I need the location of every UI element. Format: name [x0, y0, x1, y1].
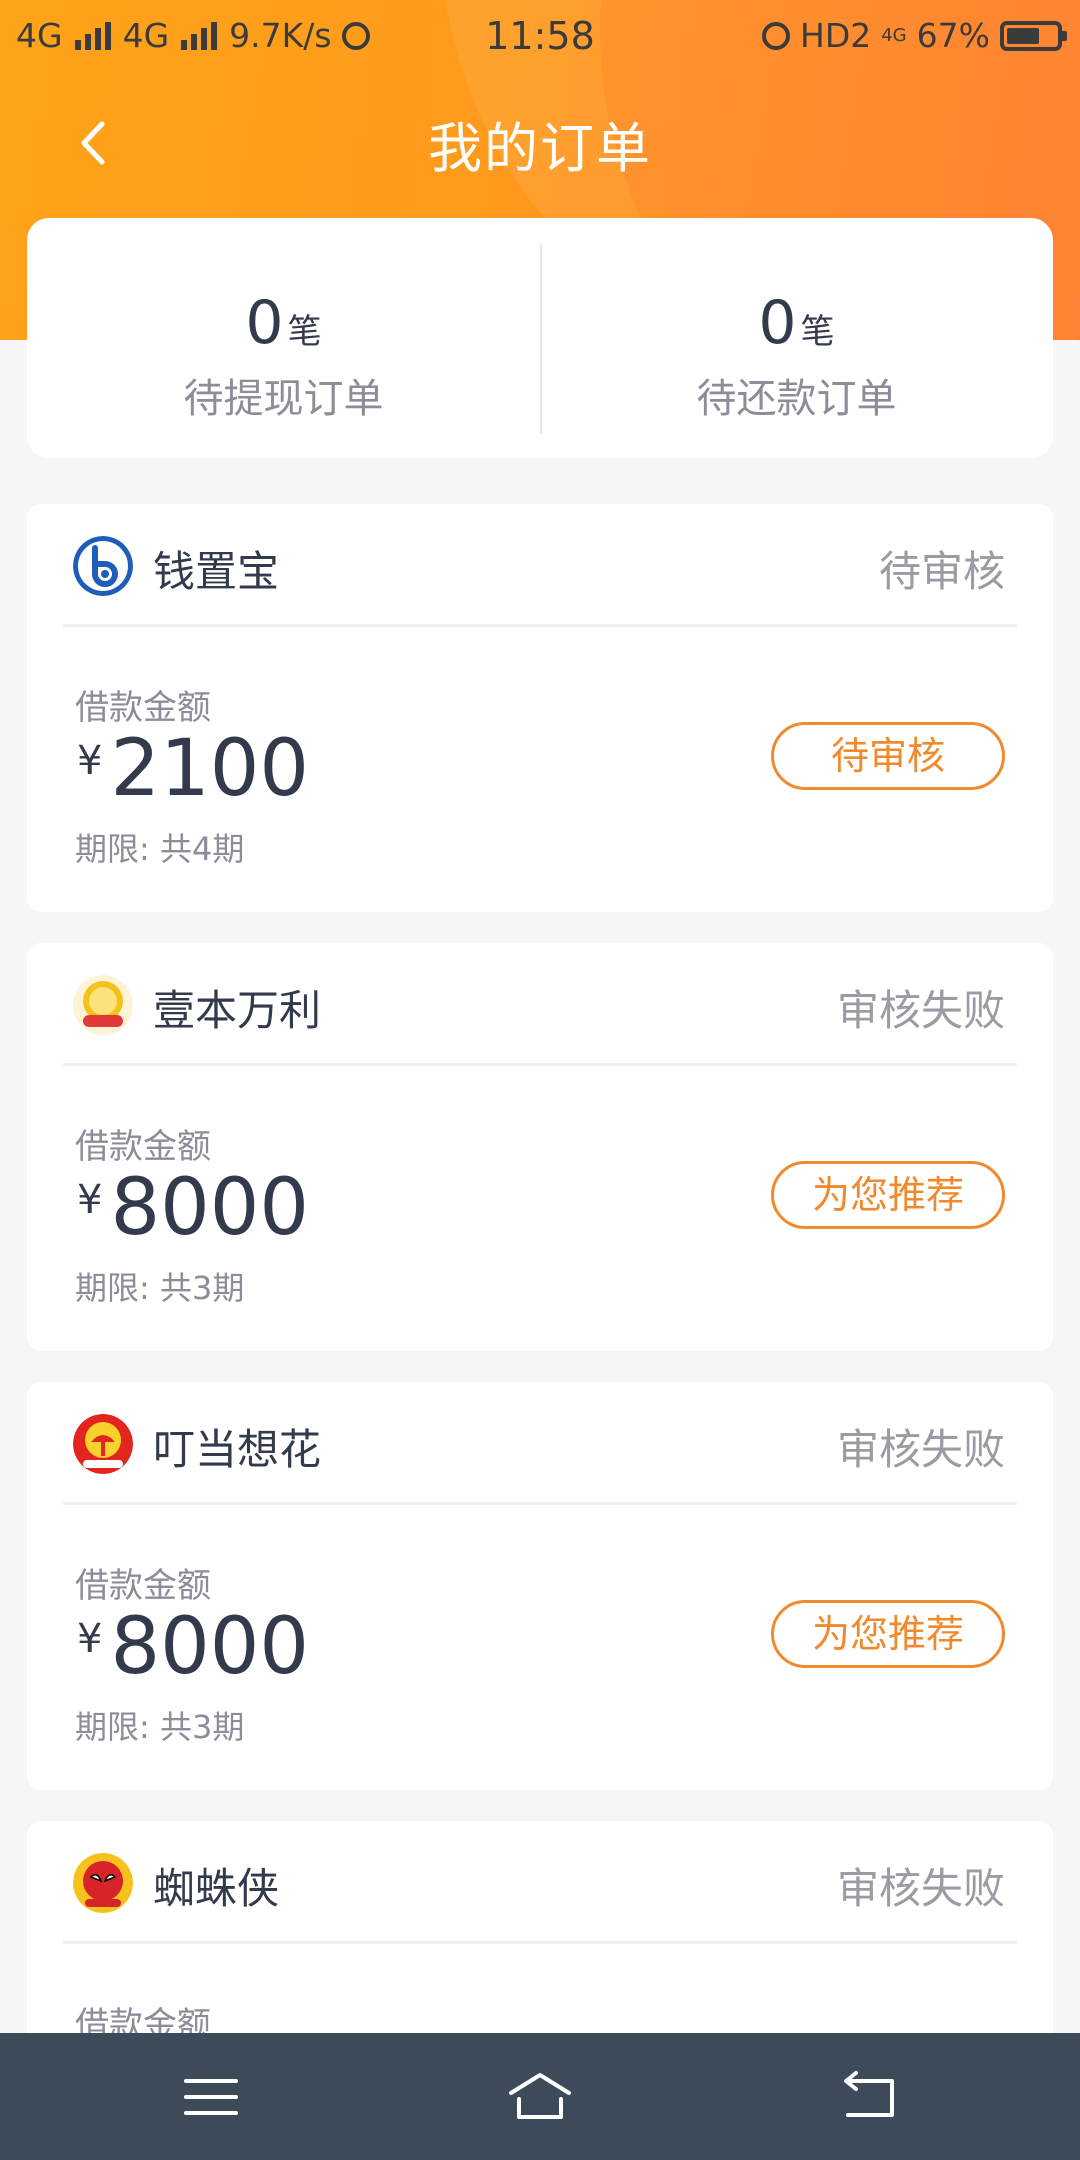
- recommend-button[interactable]: 为您推荐: [771, 1600, 1005, 1668]
- status-bar: 4G 4G 9.7K/s 11:58 HD2 4G 67%: [0, 0, 1080, 76]
- page-title: 我的订单: [428, 117, 652, 180]
- home-icon: [509, 2073, 571, 2119]
- qianzhibao-logo: [73, 536, 133, 596]
- battery-percent: 67%: [916, 16, 990, 55]
- loan-amount: ¥2100: [77, 730, 309, 808]
- pending-repay-count: 0笔: [540, 288, 1053, 358]
- order-status: 审核失败: [836, 986, 1005, 1035]
- amount-value: 2100: [110, 724, 309, 814]
- back-icon: [844, 2071, 894, 2117]
- recommend-button[interactable]: 为您推荐: [771, 1161, 1005, 1229]
- card-divider: [63, 624, 1017, 627]
- pending-review-button[interactable]: 待审核: [771, 722, 1005, 790]
- status-right: HD2 4G 67%: [762, 16, 1067, 55]
- loan-term: 期限: 共4期: [75, 830, 245, 868]
- card-divider: [63, 1941, 1017, 1944]
- order-status: 审核失败: [836, 1864, 1005, 1913]
- count-unit: 笔: [287, 312, 322, 352]
- lender-name: 钱置宝: [153, 547, 280, 596]
- yibenwanli-logo: [73, 975, 133, 1035]
- lender-name: 叮当想花: [153, 1425, 322, 1474]
- loan-term: 期限: 共3期: [75, 1269, 245, 1307]
- order-summary-card: 0笔 待提现订单 0笔 待还款订单: [27, 218, 1053, 458]
- lender-name: 壹本万利: [153, 986, 322, 1035]
- count-unit: 笔: [800, 312, 835, 352]
- lender-name: 蜘蛛侠: [153, 1864, 280, 1913]
- count-value: 0: [245, 288, 284, 358]
- currency-symbol: ¥: [77, 1177, 103, 1223]
- order-status: 待审核: [878, 547, 1005, 596]
- amount-value: 8000: [110, 1163, 309, 1253]
- network-small-label: 4G: [881, 25, 907, 46]
- order-status: 审核失败: [836, 1425, 1005, 1474]
- currency-symbol: ¥: [77, 1616, 103, 1662]
- pending-withdraw-label: 待提现订单: [183, 376, 384, 422]
- amount-label: 借款金额: [75, 688, 211, 728]
- menu-button[interactable]: [176, 2067, 246, 2127]
- amount-label: 借款金额: [75, 2005, 211, 2033]
- system-nav-bar: [0, 2033, 1080, 2160]
- loan-amount: ¥8000: [77, 1608, 309, 1686]
- pending-repay-summary[interactable]: 0笔 待还款订单: [540, 218, 1053, 458]
- card-divider: [63, 1502, 1017, 1505]
- order-card-dingdangxianghua[interactable]: 叮当想花 审核失败 借款金额 ¥8000 期限: 共3期 为您推荐: [27, 1382, 1053, 1790]
- dingdangxianghua-logo: [73, 1414, 133, 1474]
- battery-level: [1007, 27, 1039, 44]
- menu-icon: [184, 2079, 238, 2115]
- loan-term: 期限: 共3期: [75, 1708, 245, 1746]
- order-card-yibenwanli[interactable]: 壹本万利 审核失败 借款金额 ¥8000 期限: 共3期 为您推荐: [27, 943, 1053, 1351]
- count-value: 0: [758, 288, 797, 358]
- zhizhuxia-logo: [73, 1853, 133, 1913]
- alarm-icon: [762, 21, 790, 50]
- pending-repay-label: 待还款订单: [696, 376, 897, 422]
- hd-label: HD2: [800, 16, 872, 55]
- amount-label: 借款金额: [75, 1566, 211, 1606]
- back-nav-button[interactable]: [834, 2067, 904, 2127]
- card-divider: [63, 1063, 1017, 1066]
- pending-withdraw-count: 0笔: [27, 288, 540, 358]
- battery-icon: [1000, 20, 1067, 51]
- amount-value: 8000: [110, 1602, 309, 1692]
- loan-amount: ¥8000: [77, 1169, 309, 1247]
- currency-symbol: ¥: [77, 738, 103, 784]
- home-button[interactable]: [505, 2067, 575, 2127]
- amount-label: 借款金额: [75, 1127, 211, 1167]
- order-card-zhizhuxia[interactable]: 蜘蛛侠 审核失败 借款金额: [27, 1821, 1053, 2033]
- pending-withdraw-summary[interactable]: 0笔 待提现订单: [27, 218, 540, 458]
- order-card-qianzhibao[interactable]: 钱置宝 待审核 借款金额 ¥2100 期限: 共4期 待审核: [27, 504, 1053, 912]
